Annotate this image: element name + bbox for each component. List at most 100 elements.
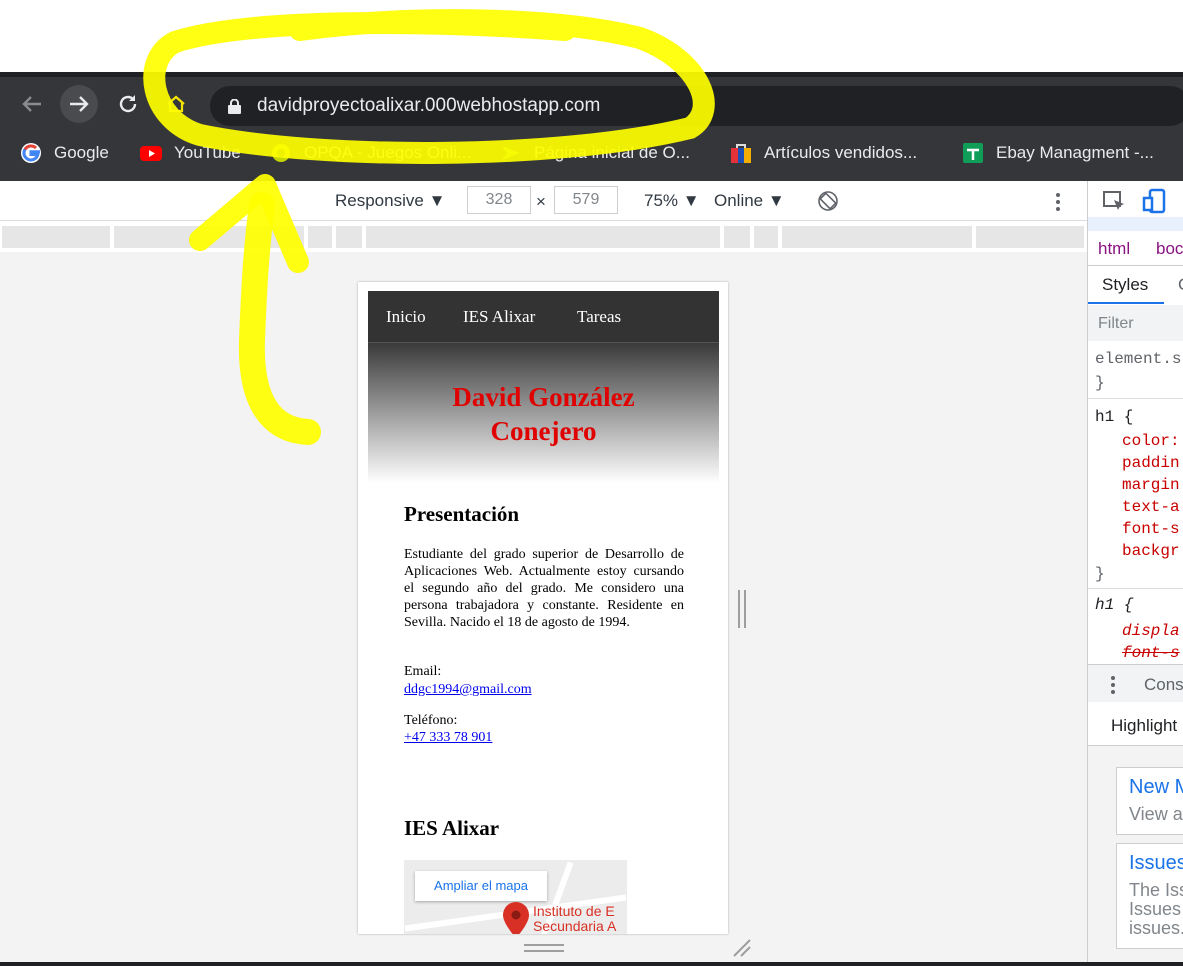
- ruler-segment[interactable]: [308, 226, 332, 248]
- sheets-icon: [963, 143, 983, 163]
- ruler-segment[interactable]: [336, 226, 362, 248]
- card-text: View a: [1129, 804, 1183, 824]
- css-property[interactable]: color:: [1122, 432, 1180, 450]
- forward-icon[interactable]: [60, 85, 98, 123]
- drawer-menu-icon[interactable]: [1110, 675, 1116, 695]
- ruler-segment[interactable]: [114, 226, 304, 248]
- drawer-header: Cons: [1088, 664, 1183, 702]
- bookmark-label: Google: [54, 143, 109, 162]
- device-select[interactable]: Responsive ▼: [335, 191, 445, 211]
- resize-corner-icon[interactable]: [732, 938, 752, 958]
- breadcrumb-html[interactable]: html: [1098, 239, 1130, 259]
- bookmark-youtube[interactable]: YouTube: [140, 141, 241, 165]
- map-embed[interactable]: Ampliar el mapa Instituto de E Secundaria…: [404, 860, 627, 934]
- ruler-segment[interactable]: [2, 226, 110, 248]
- zoom-select[interactable]: 75% ▼: [644, 191, 700, 211]
- rotate-icon[interactable]: [817, 190, 839, 212]
- css-property[interactable]: backgr: [1122, 542, 1180, 560]
- bookmark-label: OPQA - Juegos Onli...: [304, 143, 472, 162]
- bookmark-label: Artículos vendidos...: [764, 143, 918, 162]
- bookmark-ebay-managment[interactable]: Ebay Managment -...: [962, 141, 1154, 165]
- active-tab-indicator: [1088, 302, 1164, 304]
- ruler-segment[interactable]: [782, 226, 972, 248]
- divider: [1088, 265, 1183, 266]
- width-input[interactable]: 328: [467, 186, 531, 214]
- inspect-element-icon[interactable]: [1102, 190, 1126, 214]
- height-input[interactable]: 579: [554, 186, 618, 214]
- screen-top-area: [0, 0, 1183, 72]
- css-property: displa: [1122, 622, 1180, 640]
- google-icon: [21, 143, 41, 163]
- divider: [1088, 588, 1183, 589]
- site-title: David González Conejero: [368, 380, 719, 448]
- device-toolbar: Responsive ▼ 328 × 579 75% ▼ Online ▼: [0, 181, 1087, 221]
- reload-icon[interactable]: [109, 85, 147, 123]
- site-navbar: Inicio IES Alixar Tareas: [368, 291, 719, 343]
- ies-heading: IES Alixar: [404, 816, 500, 840]
- opqa-icon: [272, 144, 290, 162]
- ruler-segment[interactable]: [366, 226, 720, 248]
- breadcrumb-body[interactable]: boc: [1156, 239, 1183, 259]
- home-icon[interactable]: [157, 85, 195, 123]
- card-text: Issues: [1129, 899, 1182, 919]
- address-bar[interactable]: davidproyectoalixar.000webhostapp.com: [210, 86, 1183, 126]
- tab-console[interactable]: Cons: [1144, 675, 1183, 695]
- css-property[interactable]: text-a: [1122, 498, 1180, 516]
- enlarge-map-button[interactable]: Ampliar el mapa: [415, 871, 547, 901]
- nav-link-tareas[interactable]: Tareas: [577, 307, 621, 327]
- bookmark-label: YouTube: [174, 143, 241, 162]
- tab-styles[interactable]: Styles: [1102, 275, 1148, 295]
- card-title: Issues: [1129, 852, 1183, 874]
- css-property-overridden: font-s: [1122, 644, 1180, 662]
- ruler-segment[interactable]: [724, 226, 750, 248]
- site-title-line2: Conejero: [490, 416, 597, 446]
- map-place-line1: Instituto de E: [533, 903, 615, 919]
- css-property[interactable]: font-s: [1122, 520, 1180, 538]
- card-text: issues.: [1129, 918, 1183, 938]
- caret-down-icon: ▼: [428, 191, 446, 210]
- card-title: New M: [1129, 776, 1183, 798]
- back-icon[interactable]: [13, 85, 51, 123]
- media-query-ruler: [0, 222, 1087, 252]
- tab-strip-edge: [0, 72, 1183, 77]
- element-style-selector: element.s: [1095, 350, 1182, 368]
- map-pin-icon[interactable]: [503, 902, 529, 934]
- site-title-line1: David González: [452, 382, 635, 412]
- device-select-label: Responsive: [335, 191, 424, 210]
- ruler-segment[interactable]: [976, 226, 1084, 248]
- presentation-heading: Presentación: [404, 502, 520, 526]
- ruler-segment[interactable]: [754, 226, 778, 248]
- network-select[interactable]: Online ▼: [714, 191, 785, 211]
- nav-link-inicio[interactable]: Inicio: [386, 307, 426, 327]
- device-toggle-icon[interactable]: [1142, 188, 1166, 214]
- rule-close-brace: }: [1095, 374, 1105, 392]
- more-options-icon[interactable]: [1054, 191, 1062, 213]
- highlights-tab[interactable]: Highlight: [1111, 716, 1177, 736]
- dom-highlight-row[interactable]: [1088, 217, 1183, 231]
- rule-close-brace: }: [1095, 565, 1105, 583]
- email-link[interactable]: ddgc1994@gmail.com: [404, 682, 532, 698]
- card-text: The Iss: [1129, 880, 1183, 900]
- issues-card[interactable]: Issues The Iss Issues issues.: [1116, 843, 1183, 949]
- css-property[interactable]: margin: [1122, 476, 1180, 494]
- devtools-panel: html boc Styles C Filter element.s } h1 …: [1087, 181, 1183, 966]
- resize-handle-bottom[interactable]: [524, 944, 564, 952]
- bookmark-opqa[interactable]: OPQA - Juegos Onli...: [270, 141, 471, 165]
- presentation-text: Estudiante del grado superior de Desarro…: [404, 547, 684, 630]
- site-icon: [502, 146, 520, 160]
- bookmark-pagina-inicial[interactable]: Página inicial de O...: [500, 141, 690, 165]
- bookmark-articulos[interactable]: Artículos vendidos...: [730, 141, 917, 165]
- phone-label: Teléfono:: [404, 713, 458, 728]
- news-card[interactable]: New M View a: [1116, 767, 1183, 835]
- email-label: Email:: [404, 664, 442, 679]
- map-place-line2: Secundaria A: [533, 918, 617, 934]
- phone-link[interactable]: +47 333 78 901: [404, 730, 492, 746]
- nav-link-ies-alixar[interactable]: IES Alixar: [463, 307, 535, 327]
- bookmark-google[interactable]: Google: [20, 141, 109, 165]
- resize-handle-right[interactable]: [738, 590, 746, 628]
- caret-down-icon: ▼: [682, 191, 700, 210]
- styles-filter-input[interactable]: Filter: [1088, 305, 1183, 341]
- bookmark-label: Página inicial de O...: [534, 143, 690, 162]
- tab-computed[interactable]: C: [1178, 275, 1183, 295]
- css-property[interactable]: paddin: [1122, 454, 1180, 472]
